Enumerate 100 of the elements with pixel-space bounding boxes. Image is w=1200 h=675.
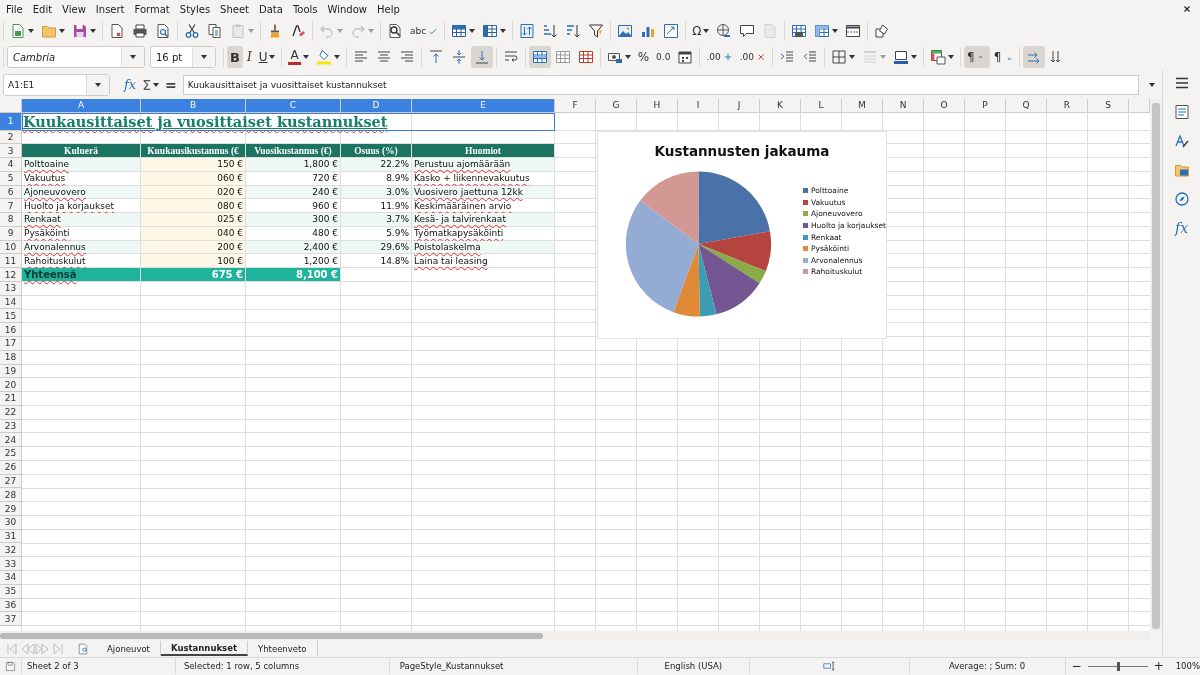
formula-button[interactable]: = xyxy=(165,76,177,93)
name-box[interactable]: A1:E1 xyxy=(3,73,110,96)
sort-descending-icon xyxy=(565,23,582,39)
sheet-tab[interactable]: Kustannukset xyxy=(160,641,248,656)
function-wizard-button[interactable]: fx xyxy=(124,77,137,92)
column-header[interactable]: B xyxy=(141,99,246,113)
zoom-in-button[interactable]: + xyxy=(1153,659,1164,673)
row-header[interactable]: 21 xyxy=(0,392,22,406)
column-header[interactable]: P xyxy=(965,99,1006,113)
table-cell: 150 € xyxy=(141,158,246,172)
row-header[interactable]: 32 xyxy=(0,543,22,558)
caret-icon xyxy=(1149,82,1155,87)
column-header[interactable]: C xyxy=(246,99,341,113)
column-header[interactable]: M xyxy=(842,99,883,113)
alignbottom-button[interactable] xyxy=(470,46,493,68)
special-button[interactable]: Ω xyxy=(689,20,713,42)
row-header[interactable]: 24 xyxy=(0,433,22,448)
rtl-button[interactable]: ¶ xyxy=(990,46,1017,68)
menu-item[interactable]: Sheet xyxy=(215,3,255,15)
row-header[interactable]: 37 xyxy=(0,612,22,627)
menu-item[interactable]: File xyxy=(1,3,28,15)
decrease-indent-icon xyxy=(802,49,819,65)
column-header[interactable]: R xyxy=(1047,99,1088,113)
column-header[interactable]: G xyxy=(596,99,637,113)
column-header[interactable]: K xyxy=(760,99,801,113)
row-header[interactable]: 34 xyxy=(0,571,22,585)
mergecenter-button[interactable] xyxy=(528,46,551,68)
menu-item[interactable]: Window xyxy=(322,3,372,15)
compass-icon xyxy=(1173,191,1190,207)
column-heading: Kuluerä xyxy=(22,144,141,159)
column-header[interactable]: O xyxy=(924,99,965,113)
zoom-out-button[interactable]: − xyxy=(1071,659,1082,673)
column-header[interactable]: S xyxy=(1088,99,1129,113)
selection-info: Selected: 1 row, 5 columns xyxy=(183,661,300,671)
table-rows-icon xyxy=(451,23,468,39)
column-header[interactable]: Q xyxy=(1006,99,1047,113)
scrollbar-thumb[interactable] xyxy=(0,633,543,639)
menu-item[interactable]: Insert xyxy=(90,3,130,15)
caret-icon xyxy=(911,55,918,59)
column-header[interactable]: N xyxy=(883,99,924,113)
italic-button[interactable]: I xyxy=(243,46,255,68)
column-header[interactable]: J xyxy=(719,99,760,113)
underline-button[interactable]: U xyxy=(255,46,279,68)
menu-item[interactable]: Help xyxy=(372,3,405,15)
percent-button[interactable]: % xyxy=(634,46,653,68)
column-header[interactable]: H xyxy=(637,99,678,113)
row-header[interactable]: 15 xyxy=(0,309,22,324)
add-sheet-button[interactable] xyxy=(77,641,89,656)
row-header[interactable]: 12 xyxy=(0,268,22,282)
freeze-panes-icon xyxy=(814,23,831,39)
row-header[interactable]: 7 xyxy=(0,199,22,214)
spell-button[interactable]: abc xyxy=(407,20,442,42)
row-header[interactable]: 33 xyxy=(0,557,22,571)
split-window-icon xyxy=(845,23,862,39)
zoom-thumb[interactable] xyxy=(1116,661,1120,671)
column-header[interactable]: E xyxy=(412,99,555,113)
row-header[interactable]: 29 xyxy=(0,502,22,516)
horizontal-scrollbar[interactable] xyxy=(0,631,1150,640)
number-button[interactable]: 0.0 xyxy=(653,46,674,68)
deldecimal-button[interactable]: .00 xyxy=(736,46,770,68)
menu-item[interactable]: View xyxy=(57,3,91,15)
scrollbar-thumb[interactable] xyxy=(1152,103,1160,629)
row-header[interactable]: 20 xyxy=(0,378,22,393)
functions-button[interactable]: fx xyxy=(1168,216,1195,240)
sum-button[interactable]: Σ xyxy=(142,76,159,93)
row-header[interactable]: 16 xyxy=(0,323,22,337)
adddecimal-button[interactable]: .00 xyxy=(703,46,736,68)
column-header[interactable]: F xyxy=(555,99,596,113)
font-name-field[interactable]: Cambria xyxy=(7,46,145,68)
menu-item[interactable]: Format xyxy=(129,3,175,15)
page-icon xyxy=(762,23,779,39)
column-header[interactable]: D xyxy=(341,99,412,113)
row-header[interactable]: 11 xyxy=(0,254,22,269)
menu-item[interactable]: Edit xyxy=(27,3,58,15)
row-header[interactable]: 28 xyxy=(0,488,22,503)
sheet-tab[interactable]: Yhteenveto xyxy=(248,641,318,656)
row-header[interactable]: 25 xyxy=(0,447,22,461)
table-cell: Perustuu ajomäärään xyxy=(412,158,555,172)
column-header[interactable]: A xyxy=(22,99,141,113)
bold-button[interactable]: B xyxy=(227,46,243,68)
column-header[interactable]: I xyxy=(678,99,719,113)
sheet-tab[interactable]: Ajoneuvot xyxy=(97,641,161,656)
plus-icon xyxy=(722,52,733,62)
textltr-button[interactable] xyxy=(1023,46,1046,68)
row-header[interactable]: 4 xyxy=(0,158,22,172)
ltr-button[interactable]: ¶ xyxy=(964,46,990,68)
row-header[interactable]: 8 xyxy=(0,213,22,227)
menu-item[interactable]: Tools xyxy=(287,3,323,15)
fontcolor-button[interactable]: A xyxy=(285,46,312,68)
vertical-scrollbar[interactable] xyxy=(1150,99,1162,631)
font-size-field[interactable]: 16 pt xyxy=(150,46,216,68)
menu-item[interactable]: Data xyxy=(254,3,288,15)
close-button[interactable] xyxy=(1182,4,1192,14)
formula-input[interactable]: Kuukausittaiset ja vuosittaiset kustannukset xyxy=(182,74,1139,95)
column-heading: Osuus (%) xyxy=(341,144,412,159)
language[interactable]: English (USA) xyxy=(664,661,723,671)
align-left-icon xyxy=(352,49,369,65)
menu-item[interactable]: Styles xyxy=(174,3,216,15)
row-header[interactable]: 3 xyxy=(0,144,22,159)
column-header[interactable]: L xyxy=(801,99,842,113)
